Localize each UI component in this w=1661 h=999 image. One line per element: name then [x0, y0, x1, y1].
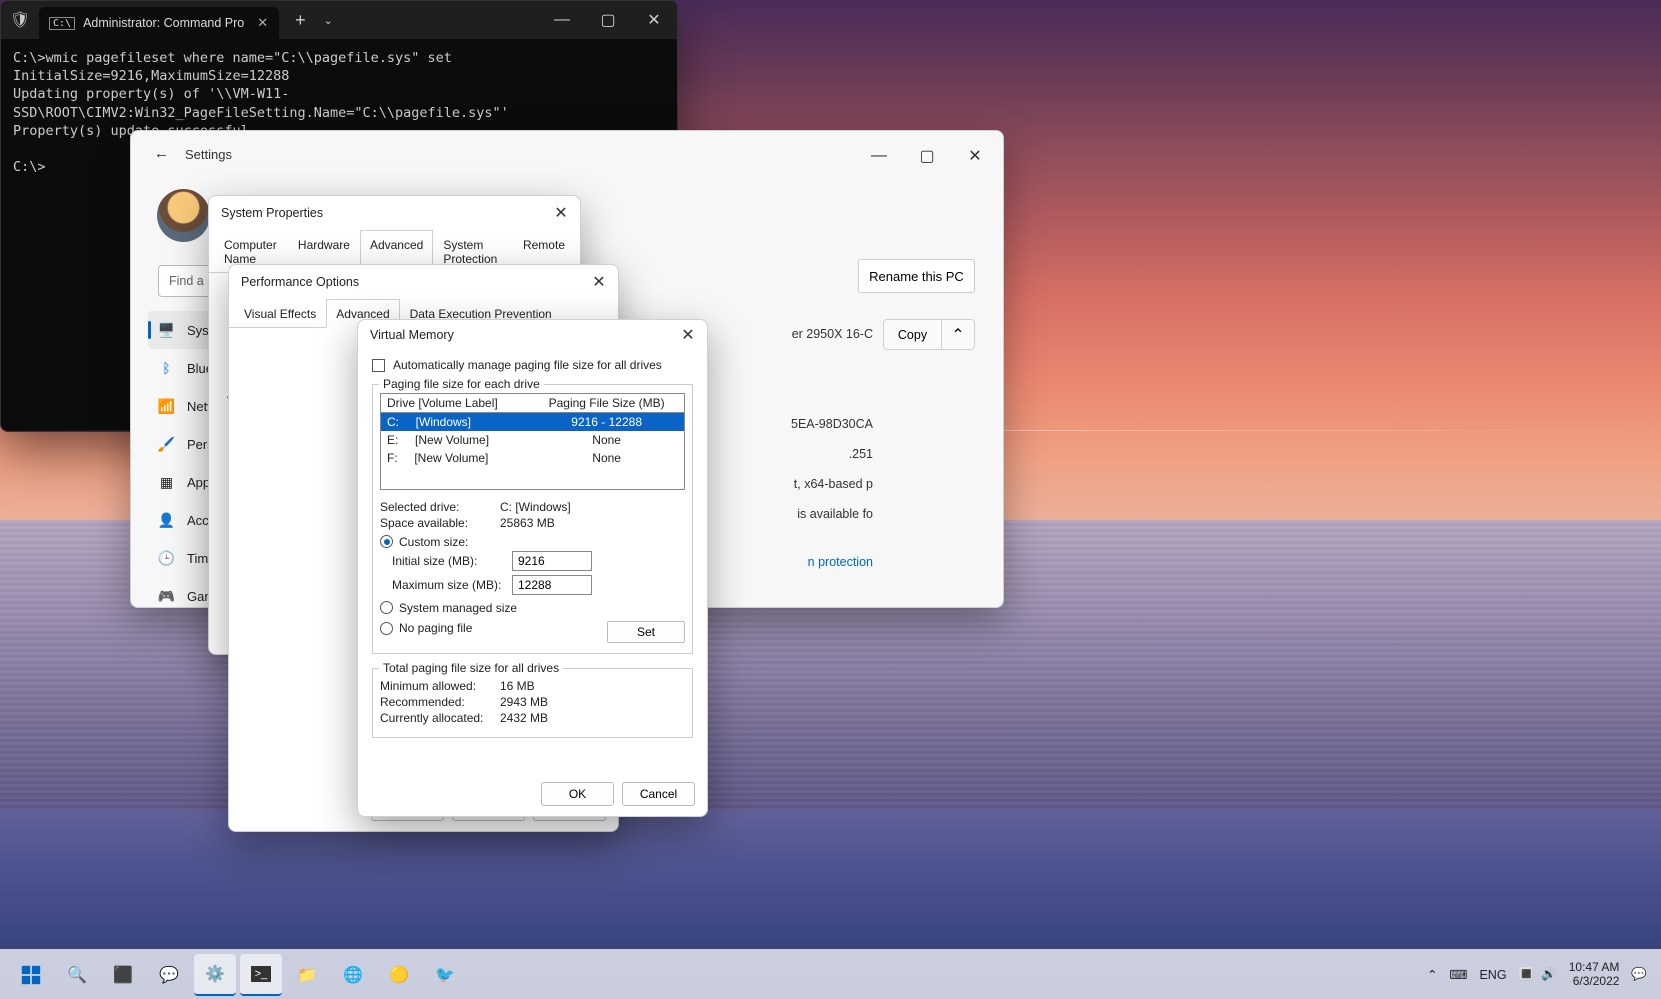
windows-icon: [20, 964, 42, 986]
copy-button[interactable]: Copy: [884, 320, 942, 349]
cancel-button[interactable]: Cancel: [622, 782, 695, 806]
virtual-memory-window: Virtual Memory ✕ Automatically manage pa…: [357, 319, 708, 817]
initial-size-input[interactable]: [512, 551, 592, 571]
explorer-button[interactable]: 📁: [286, 954, 328, 996]
set-button[interactable]: Set: [607, 621, 685, 643]
search-icon: 🔍: [67, 965, 87, 985]
close-button[interactable]: ✕: [631, 1, 677, 39]
start-button[interactable]: [10, 954, 52, 996]
keyboard-icon[interactable]: ⌨: [1449, 967, 1467, 982]
tab-visual-effects[interactable]: Visual Effects: [234, 299, 326, 328]
bluetooth-icon: ᛒ: [158, 360, 175, 377]
maximum-size-input[interactable]: [512, 575, 592, 595]
close-button[interactable]: ✕: [584, 267, 614, 297]
settings-button[interactable]: ⚙️: [194, 954, 236, 996]
app-icon: 🐦: [435, 965, 455, 985]
apps-icon: ▦: [158, 474, 175, 491]
back-button[interactable]: ←: [154, 145, 169, 162]
tray-chevron[interactable]: ⌃: [1427, 967, 1437, 982]
taskview-icon: ⬛: [113, 965, 133, 985]
perf-title: Performance Options: [241, 275, 584, 289]
search-button[interactable]: 🔍: [56, 954, 98, 996]
drives-table: Drive [Volume Label]Paging File Size (MB…: [380, 393, 685, 490]
brush-icon: 🖌️: [158, 436, 175, 453]
vmem-title: Virtual Memory: [370, 328, 673, 342]
drive-row-c[interactable]: C: [Windows]9216 - 12288: [381, 413, 685, 432]
custom-size-radio[interactable]: Custom size:: [380, 535, 468, 549]
gear-icon: ⚙️: [205, 964, 225, 984]
minimize-button[interactable]: —: [855, 137, 903, 175]
new-tab-button[interactable]: +: [285, 10, 316, 31]
terminal-button[interactable]: >_: [240, 954, 282, 996]
auto-manage-checkbox[interactable]: Automatically manage paging file size fo…: [372, 358, 693, 372]
close-button[interactable]: ✕: [951, 137, 999, 175]
terminal-titlebar: 🛡 C:\ Administrator: Command Pro ✕ + ⌄ —…: [1, 1, 677, 39]
shield-icon: 🛡: [1, 10, 39, 30]
app-button[interactable]: 🐦: [424, 954, 466, 996]
system-tray[interactable]: 🔳 🔊: [1519, 967, 1557, 982]
settings-title: Settings: [185, 147, 232, 162]
edge-icon: 🌐: [343, 965, 363, 985]
tab-dropdown[interactable]: ⌄: [316, 14, 341, 27]
system-managed-radio[interactable]: System managed size: [380, 601, 517, 615]
user-avatar[interactable]: [157, 189, 210, 242]
ok-button[interactable]: OK: [541, 782, 614, 806]
wifi-icon: 📶: [158, 398, 175, 415]
terminal-tab-title: Administrator: Command Pro: [83, 16, 244, 30]
cmd-icon: C:\: [49, 17, 75, 30]
gaming-icon: 🎮: [158, 588, 175, 605]
close-button[interactable]: ✕: [673, 320, 703, 350]
close-button[interactable]: ✕: [546, 198, 576, 228]
taskbar: 🔍 ⬛ 💬 ⚙️ >_ 📁 🌐 🟡 🐦 ⌃ ⌨ ENG 🔳 🔊 10:47 AM…: [0, 949, 1661, 999]
maximize-button[interactable]: ▢: [585, 1, 631, 39]
account-icon: 👤: [158, 512, 175, 529]
sysprop-title: System Properties: [221, 206, 546, 220]
minimize-button[interactable]: —: [539, 1, 585, 39]
rename-pc-button[interactable]: Rename this PC: [858, 259, 975, 293]
terminal-icon: >_: [251, 966, 272, 982]
taskview-button[interactable]: ⬛: [102, 954, 144, 996]
close-tab-icon[interactable]: ✕: [252, 13, 273, 33]
edge-canary-icon: 🟡: [389, 965, 409, 985]
taskbar-clock[interactable]: 10:47 AM 6/3/2022: [1569, 961, 1620, 989]
system-icon: 🖥️: [158, 322, 175, 339]
chat-icon: 💬: [159, 965, 179, 985]
volume-icon: 🔊: [1541, 967, 1557, 982]
checkbox-icon: [372, 359, 385, 372]
copy-bar: Copy ⌃: [883, 319, 975, 350]
clock-icon: 🕒: [158, 550, 175, 567]
chat-button[interactable]: 💬: [148, 954, 190, 996]
network-icon: 🔳: [1519, 967, 1535, 982]
copy-chevron[interactable]: ⌃: [942, 320, 974, 349]
edge-canary-button[interactable]: 🟡: [378, 954, 420, 996]
no-paging-radio[interactable]: No paging file: [380, 621, 472, 635]
drive-row-f[interactable]: F: [New Volume]None: [381, 449, 685, 467]
terminal-tab[interactable]: C:\ Administrator: Command Pro ✕: [39, 7, 279, 39]
maximize-button[interactable]: ▢: [903, 137, 951, 175]
folder-icon: 📁: [297, 965, 317, 985]
notifications-button[interactable]: 💬: [1631, 967, 1647, 982]
drive-row-e[interactable]: E: [New Volume]None: [381, 431, 685, 449]
edge-button[interactable]: 🌐: [332, 954, 374, 996]
language-indicator[interactable]: ENG: [1479, 968, 1506, 982]
